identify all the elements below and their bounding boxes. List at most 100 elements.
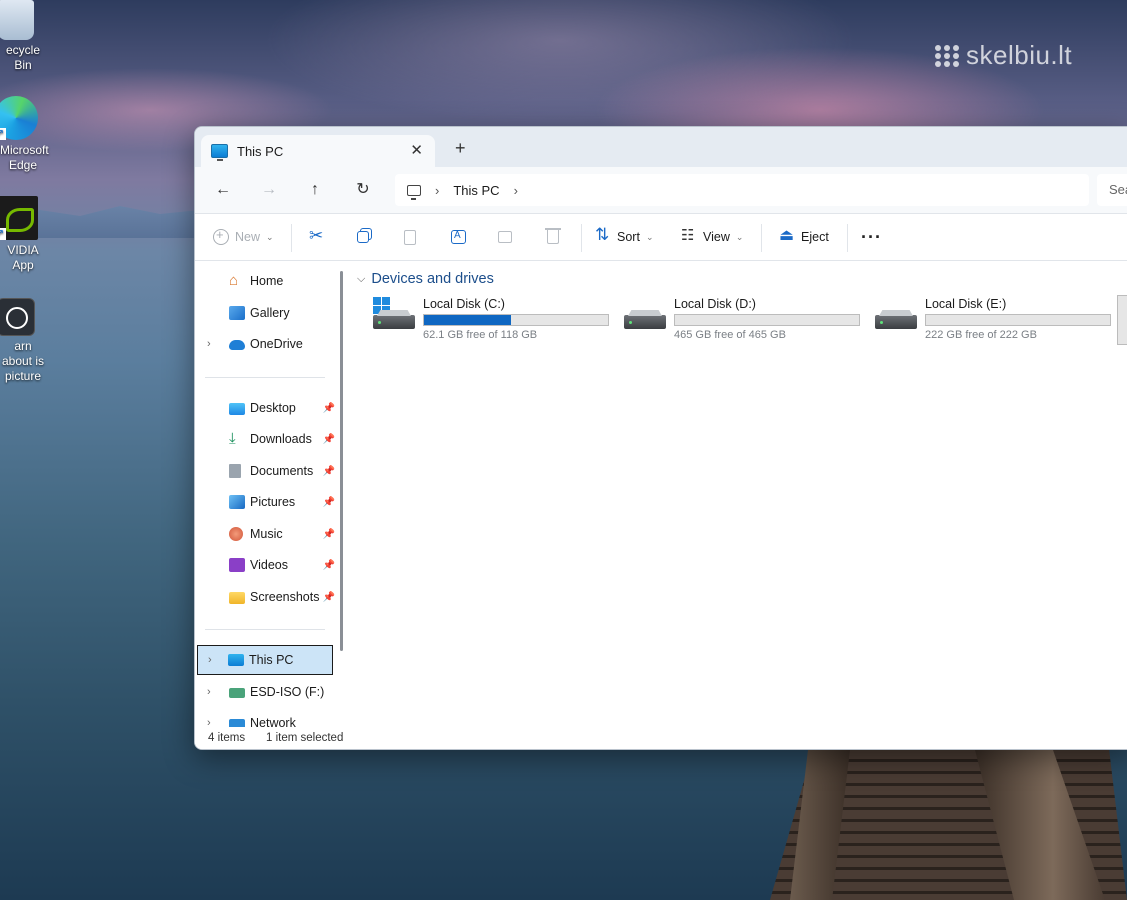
eject-icon	[779, 225, 795, 245]
drive-free-space: 465 GB free of 465 GB	[674, 329, 786, 341]
shortcut-arrow-icon: ↗	[0, 128, 6, 140]
sidebar-item-music[interactable]: Music 📌	[195, 519, 339, 549]
address-field[interactable]: › This PC ›	[395, 174, 1089, 206]
tab-this-pc[interactable]: This PC ✕	[201, 135, 435, 167]
desktop-icon-label: arn about is picture	[1, 339, 45, 383]
videos-icon	[229, 558, 245, 572]
desktop-icon-recycle-bin[interactable]: ecycle Bin	[0, 0, 46, 73]
sidebar-item-pictures[interactable]: Pictures 📌	[195, 487, 339, 517]
rename-button[interactable]	[451, 214, 466, 260]
pictures-icon	[229, 495, 245, 509]
pin-icon[interactable]: 📌	[323, 497, 335, 508]
share-button[interactable]	[498, 214, 512, 260]
downloads-icon: ⤓	[229, 430, 236, 447]
paste-button[interactable]	[404, 214, 416, 260]
chevron-down-icon: ⌄	[266, 231, 274, 242]
back-icon[interactable]: ←	[213, 180, 233, 200]
breadcrumb-this-pc[interactable]: This PC	[453, 183, 499, 198]
sort-button[interactable]: Sort ⌄	[595, 214, 653, 260]
status-item-count: 4 items	[208, 732, 246, 744]
pin-icon[interactable]: 📌	[323, 560, 335, 571]
this-pc-icon	[228, 654, 244, 666]
sidebar-item-label: Downloads	[250, 432, 312, 446]
eject-label: Eject	[801, 230, 829, 244]
drive-item-partial[interactable]	[1117, 295, 1127, 345]
eject-button[interactable]: Eject	[779, 214, 829, 260]
chevron-right-icon[interactable]: ›	[435, 183, 439, 198]
edge-icon: ↗	[0, 96, 38, 140]
new-button[interactable]: New ⌄	[213, 214, 274, 260]
forward-icon[interactable]: →	[259, 180, 279, 200]
desktop-icon-label: ecycle Bin	[5, 43, 40, 72]
desktop-icon-nvidia[interactable]: ↗ VIDIA App	[0, 196, 46, 273]
drive-item-e[interactable]: Local Disk (E:) 222 GB free of 222 GB	[871, 297, 1111, 347]
sidebar-item-label: ESD-ISO (F:)	[250, 685, 325, 699]
drive-item-d[interactable]: Local Disk (D:) 465 GB free of 465 GB	[620, 297, 860, 347]
drive-free-space: 62.1 GB free of 118 GB	[423, 329, 538, 341]
copy-button[interactable]	[357, 214, 369, 260]
delete-icon	[545, 228, 561, 244]
pin-icon[interactable]: 📌	[323, 592, 335, 603]
watermark-text: skelbiu.lt	[966, 40, 1073, 70]
pin-icon[interactable]: 📌	[323, 529, 335, 540]
desktop-icon-learn-about-picture[interactable]: arn about is picture	[0, 298, 46, 384]
command-bar: New ⌄ Sort ⌄ View ⌄ Eject ···	[195, 213, 1127, 261]
drive-usage-bar	[674, 314, 860, 326]
chevron-right-icon[interactable]: ›	[207, 686, 211, 698]
sidebar-item-home[interactable]: ⌂ Home	[195, 266, 339, 296]
shortcut-arrow-icon: ↗	[0, 228, 6, 240]
view-label: View	[703, 230, 730, 244]
desktop-icon-edge[interactable]: ↗ Microsoft Edge	[0, 96, 49, 173]
new-icon	[213, 227, 229, 245]
sidebar-item-screenshots[interactable]: Screenshots 📌	[195, 582, 339, 612]
sidebar-item-label: Home	[250, 274, 284, 288]
sidebar-item-gallery[interactable]: Gallery	[195, 298, 339, 328]
monitor-icon	[407, 184, 421, 200]
drive-item-c[interactable]: Local Disk (C:) 62.1 GB free of 118 GB	[369, 297, 609, 347]
toolbar-divider	[847, 224, 848, 252]
cut-button[interactable]	[309, 214, 325, 260]
toolbar-divider	[581, 224, 582, 252]
more-options-button[interactable]: ···	[861, 214, 882, 260]
nvidia-icon: ↗	[0, 196, 38, 240]
desktop-icon-label: VIDIA App	[7, 243, 39, 272]
delete-button[interactable]	[545, 214, 561, 260]
explorer-body: ⌂ Home Gallery › OneDrive Desktop 📌 ⤓ Do…	[195, 261, 1127, 749]
sidebar-item-downloads[interactable]: ⤓ Downloads 📌	[195, 424, 339, 454]
up-icon[interactable]: ↑	[305, 180, 325, 200]
sidebar-item-label: Videos	[250, 558, 288, 572]
desktop-folder-icon	[229, 402, 245, 415]
chevron-right-icon[interactable]: ›	[207, 338, 211, 350]
search-input[interactable]: Sea	[1097, 174, 1127, 206]
navigation-scrollbar[interactable]	[340, 271, 343, 651]
rename-icon	[451, 230, 466, 244]
toolbar-divider	[761, 224, 762, 252]
documents-icon	[229, 464, 241, 478]
new-tab-icon[interactable]: +	[455, 138, 466, 159]
this-pc-icon	[211, 144, 228, 161]
tab-title: This PC	[237, 143, 284, 159]
sidebar-item-documents[interactable]: Documents 📌	[195, 456, 339, 486]
refresh-icon[interactable]: ↻	[353, 180, 373, 200]
sidebar-item-label: Pictures	[250, 495, 296, 509]
pin-icon[interactable]: 📌	[323, 434, 335, 445]
group-header-devices[interactable]: ⌵ Devices and drives	[357, 271, 494, 287]
chevron-right-icon[interactable]: ›	[208, 654, 212, 666]
sidebar-item-esd-iso[interactable]: › ESD-ISO (F:)	[195, 677, 339, 707]
group-title: Devices and drives	[371, 271, 494, 287]
pin-icon[interactable]: 📌	[323, 403, 335, 414]
sidebar-item-videos[interactable]: Videos 📌	[195, 550, 339, 580]
chevron-down-icon[interactable]: ⌵	[357, 273, 365, 286]
folder-icon	[229, 592, 245, 604]
view-button[interactable]: View ⌄	[681, 214, 743, 260]
pin-icon[interactable]: 📌	[323, 466, 335, 477]
sidebar-item-this-pc[interactable]: › This PC	[197, 645, 333, 675]
sidebar-divider	[205, 629, 325, 630]
chevron-right-icon[interactable]: ›	[514, 183, 518, 198]
address-bar: ← → ↑ ↻ › This PC › Sea	[195, 167, 1127, 213]
sidebar-item-desktop[interactable]: Desktop 📌	[195, 393, 339, 423]
chevron-down-icon: ⌄	[735, 231, 744, 242]
sidebar-item-onedrive[interactable]: › OneDrive	[195, 329, 339, 359]
drive-usage-bar	[925, 314, 1111, 326]
close-tab-icon[interactable]: ✕	[410, 141, 423, 159]
